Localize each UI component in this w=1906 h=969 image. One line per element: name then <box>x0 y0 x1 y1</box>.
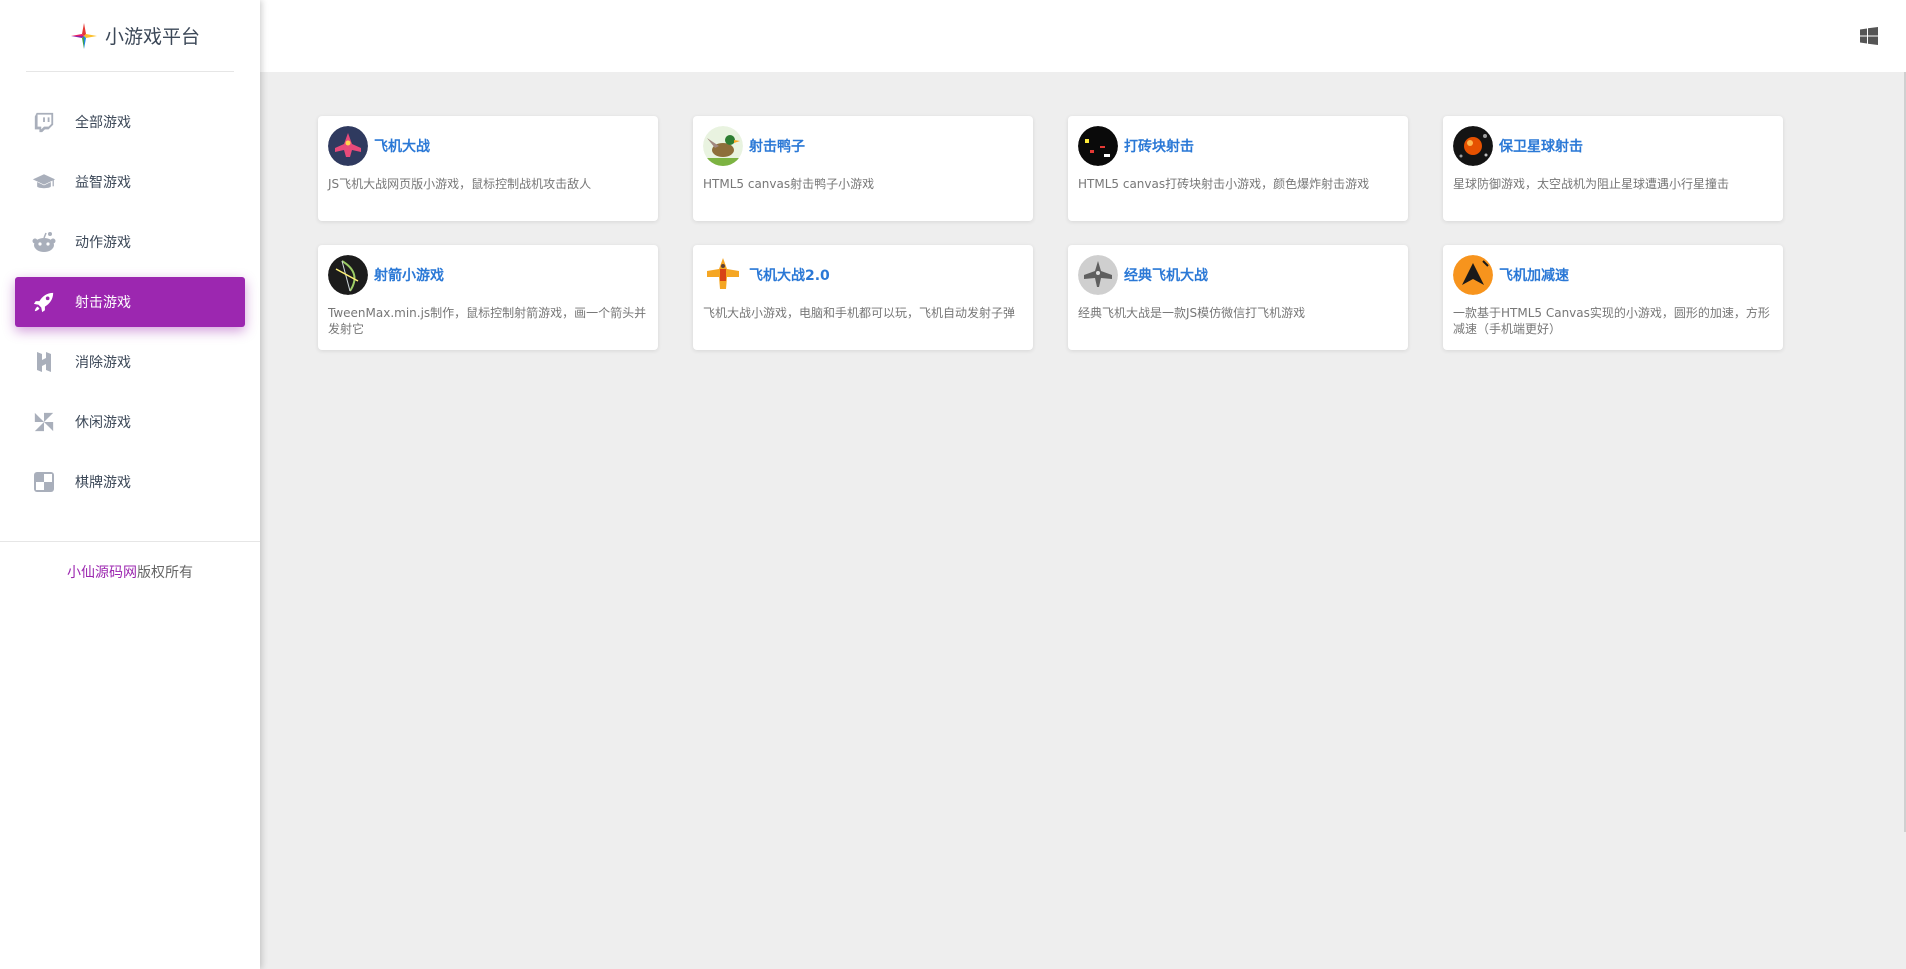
sidebar-item-shooting-games[interactable]: 射击游戏 <box>15 277 245 327</box>
game-card[interactable]: 飞机大战2.0 飞机大战小游戏，电脑和手机都可以玩，飞机自动发射子弹 <box>693 245 1033 350</box>
copyright: 小仙源码网版权所有 <box>0 562 260 582</box>
archery-thumb <box>328 255 368 295</box>
plane2-thumb <box>703 255 743 295</box>
sidebar-divider <box>0 541 260 542</box>
twitch-icon <box>32 110 56 134</box>
app-root: 小游戏平台 全部游戏 益智游戏 动作游戏 射击游戏 消除游戏 休闲游戏 棋牌游戏… <box>0 0 1906 969</box>
brick-thumb <box>1078 126 1118 166</box>
game-card[interactable]: 飞机加减速 一款基于HTML5 Canvas实现的小游戏，圆形的加速，方形减速（… <box>1443 245 1783 350</box>
sidebar-item-label: 动作游戏 <box>75 235 131 251</box>
sidebar: 小游戏平台 全部游戏 益智游戏 动作游戏 射击游戏 消除游戏 休闲游戏 棋牌游戏… <box>0 0 260 969</box>
sidebar-item-puzzle-games[interactable]: 益智游戏 <box>15 157 245 207</box>
speed-thumb <box>1453 255 1493 295</box>
rocket-icon <box>32 290 56 314</box>
game-card[interactable]: 保卫星球射击 星球防御游戏，太空战机为阻止星球遭遇小行星撞击 <box>1443 116 1783 221</box>
game-title[interactable]: 打砖块射击 <box>1124 136 1194 156</box>
brand-title: 小游戏平台 <box>105 26 201 48</box>
copyright-site-link[interactable]: 小仙源码网 <box>67 565 137 581</box>
game-card[interactable]: 射击鸭子 HTML5 canvas射击鸭子小游戏 <box>693 116 1033 221</box>
game-card[interactable]: 飞机大战 JS飞机大战网页版小游戏，鼠标控制战机攻击敌人 <box>318 116 658 221</box>
copyright-suffix: 版权所有 <box>137 565 193 581</box>
game-card[interactable]: 射箭小游戏 TweenMax.min.js制作，鼠标控制射箭游戏，画一个箭头并发… <box>318 245 658 350</box>
star-logo-icon <box>71 22 97 49</box>
planet-thumb <box>1453 126 1493 166</box>
game-description: 星球防御游戏，太空战机为阻止星球遭遇小行星撞击 <box>1453 177 1730 191</box>
sidebar-item-label: 休闲游戏 <box>75 415 131 431</box>
duck-thumb <box>703 126 743 166</box>
sidebar-item-all-games[interactable]: 全部游戏 <box>15 97 245 147</box>
game-title[interactable]: 飞机大战2.0 <box>749 265 830 285</box>
game-card[interactable]: 打砖块射击 HTML5 canvas打砖块射击小游戏，颜色爆炸射击游戏 <box>1068 116 1408 221</box>
plane-thumb <box>328 126 368 166</box>
sidebar-item-label: 全部游戏 <box>75 115 131 131</box>
sidebar-item-label: 消除游戏 <box>75 355 131 371</box>
game-description: 经典飞机大战是一款JS模仿微信打飞机游戏 <box>1078 306 1306 320</box>
game-title[interactable]: 保卫星球射击 <box>1499 136 1583 156</box>
sidebar-item-label: 射击游戏 <box>75 295 131 311</box>
reddit-icon <box>32 230 56 254</box>
game-title[interactable]: 飞机大战 <box>374 136 430 156</box>
sidebar-item-action-games[interactable]: 动作游戏 <box>15 217 245 267</box>
game-description: 飞机大战小游戏，电脑和手机都可以玩，飞机自动发射子弹 <box>703 306 1016 320</box>
game-card[interactable]: 经典飞机大战 经典飞机大战是一款JS模仿微信打飞机游戏 <box>1068 245 1408 350</box>
chess-board-icon <box>32 470 56 494</box>
sidebar-item-casual-games[interactable]: 休闲游戏 <box>15 397 245 447</box>
game-description: HTML5 canvas射击鸭子小游戏 <box>703 177 875 191</box>
sidebar-item-elimination-games[interactable]: 消除游戏 <box>15 337 245 387</box>
hacker-news-icon <box>32 350 56 374</box>
sidebar-item-label: 益智游戏 <box>75 175 131 191</box>
pinwheel-icon <box>32 410 56 434</box>
game-description: TweenMax.min.js制作，鼠标控制射箭游戏，画一个箭头并发射它 <box>328 306 647 336</box>
sidebar-item-board-games[interactable]: 棋牌游戏 <box>15 457 245 507</box>
game-description: JS飞机大战网页版小游戏，鼠标控制战机攻击敌人 <box>328 177 592 191</box>
game-description: 一款基于HTML5 Canvas实现的小游戏，圆形的加速，方形减速（手机端更好） <box>1453 306 1770 336</box>
topbar <box>260 0 1906 72</box>
sidebar-item-label: 棋牌游戏 <box>75 475 131 491</box>
brand[interactable]: 小游戏平台 <box>26 0 234 72</box>
game-title[interactable]: 射箭小游戏 <box>374 265 444 285</box>
windows-icon[interactable] <box>1860 27 1878 45</box>
game-description: HTML5 canvas打砖块射击小游戏，颜色爆炸射击游戏 <box>1078 177 1370 191</box>
game-title[interactable]: 射击鸭子 <box>749 136 805 156</box>
game-title[interactable]: 飞机加减速 <box>1499 265 1569 285</box>
graduation-cap-icon <box>32 170 56 194</box>
classic-plane-thumb <box>1078 255 1118 295</box>
sidebar-nav: 全部游戏 益智游戏 动作游戏 射击游戏 消除游戏 休闲游戏 棋牌游戏 <box>0 97 260 517</box>
game-title[interactable]: 经典飞机大战 <box>1124 265 1208 285</box>
game-grid: 飞机大战 JS飞机大战网页版小游戏，鼠标控制战机攻击敌人 射击鸭子 HTML5 … <box>318 116 1783 350</box>
